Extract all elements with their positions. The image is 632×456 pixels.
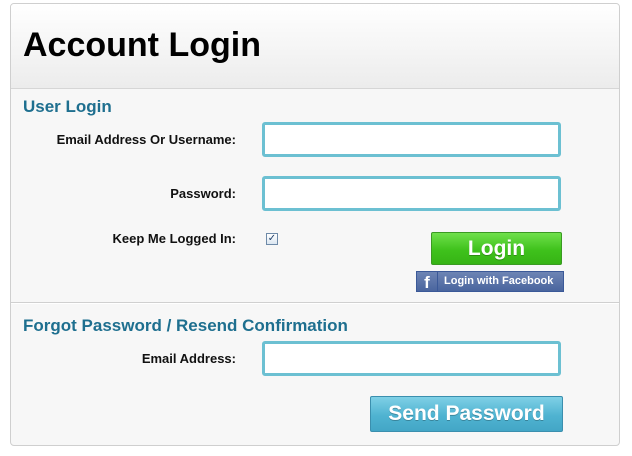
send-password-button[interactable]: Send Password: [370, 396, 563, 432]
keep-logged-in-label: Keep Me Logged In:: [112, 231, 237, 246]
account-login-panel: Account Login User Login Email Address O…: [10, 3, 620, 446]
user-login-section-title: User Login: [23, 97, 112, 116]
facebook-f-icon: f: [417, 272, 438, 292]
login-button[interactable]: Login: [431, 232, 562, 265]
forgot-email-label: Email Address:: [141, 351, 236, 366]
forgot-password-section-title: Forgot Password / Resend Confirmation: [23, 316, 348, 335]
login-with-facebook-button[interactable]: f Login with Facebook: [416, 271, 564, 292]
panel-header: Account Login: [11, 4, 619, 89]
checkmark-icon: ✓: [267, 233, 277, 244]
forgot-email-input[interactable]: [262, 341, 561, 376]
password-label: Password:: [170, 186, 236, 201]
email-username-input[interactable]: [262, 122, 561, 157]
facebook-button-label: Login with Facebook: [444, 275, 554, 287]
password-input[interactable]: [262, 176, 561, 211]
page-title: Account Login: [23, 26, 261, 64]
keep-logged-in-checkbox[interactable]: ✓: [266, 233, 278, 245]
section-divider: [11, 302, 619, 304]
email-username-label: Email Address Or Username:: [56, 132, 236, 147]
